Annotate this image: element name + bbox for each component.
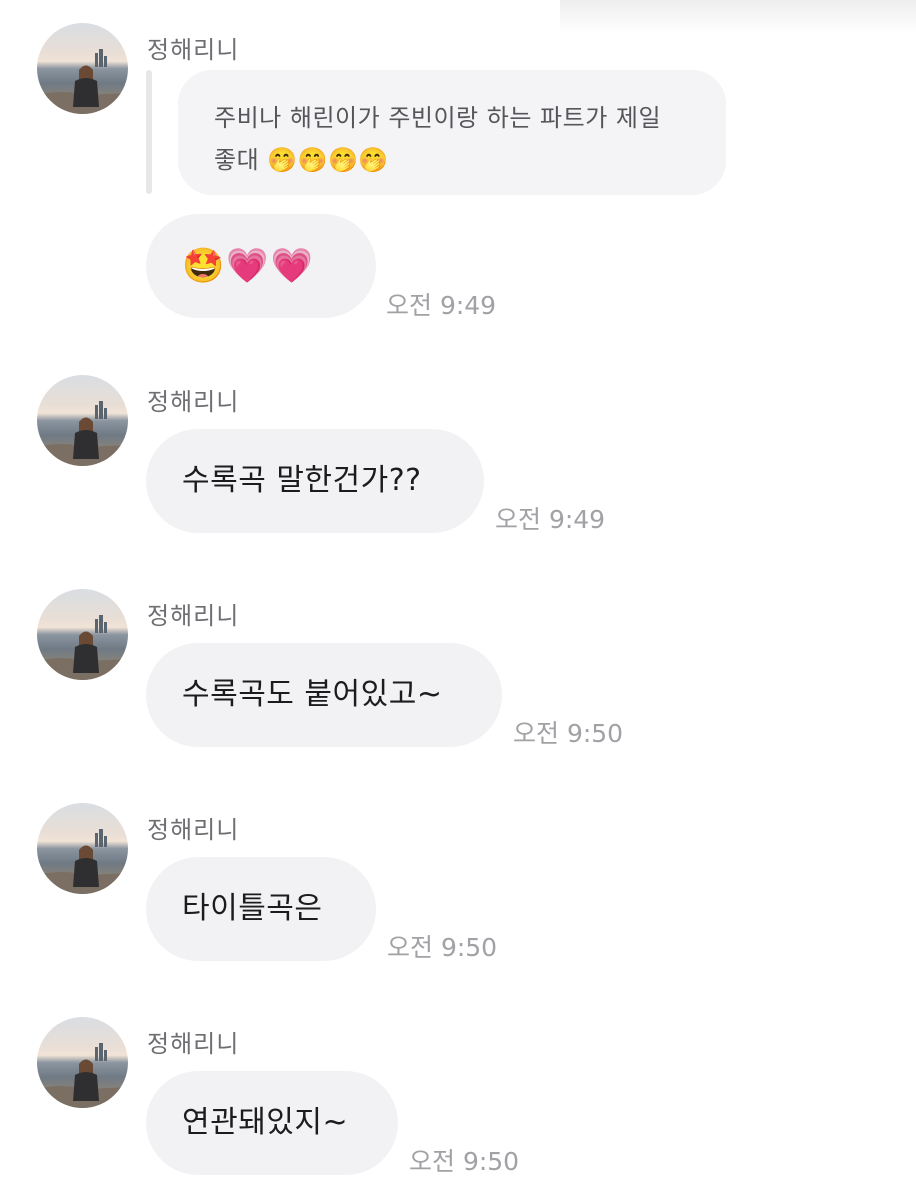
message-timestamp: 오전 9:50: [387, 933, 498, 962]
avatar[interactable]: [37, 803, 128, 894]
avatar[interactable]: [37, 589, 128, 680]
avatar-photo: [37, 49, 128, 114]
message-timestamp: 오전 9:50: [513, 719, 624, 748]
avatar-photo: [37, 401, 128, 466]
top-edge-shadow: [560, 0, 916, 34]
message-bubble[interactable]: 타이틀곡은: [146, 857, 376, 961]
sender-name: 정해리니: [147, 602, 240, 630]
avatar[interactable]: [37, 23, 128, 114]
message-bubble[interactable]: 수록곡 말한건가??: [146, 429, 484, 533]
avatar-photo: [37, 615, 128, 680]
avatar[interactable]: [37, 375, 128, 466]
sender-name: 정해리니: [147, 36, 240, 64]
avatar[interactable]: [37, 1017, 128, 1108]
sender-name: 정해리니: [147, 1030, 240, 1058]
message-timestamp: 오전 9:49: [386, 291, 497, 320]
avatar-photo: [37, 1043, 128, 1108]
sender-name: 정해리니: [147, 388, 240, 416]
reply-indicator-bar: [146, 70, 152, 194]
message-timestamp: 오전 9:50: [409, 1147, 520, 1176]
message-bubble[interactable]: 🤩💗💗: [146, 214, 376, 318]
reply-quote-bubble[interactable]: 주비나 해린이가 주빈이랑 하는 파트가 제일 좋대 🤭🤭🤭🤭: [178, 70, 726, 195]
avatar-photo: [37, 829, 128, 894]
message-timestamp: 오전 9:49: [495, 505, 606, 534]
sender-name: 정해리니: [147, 816, 240, 844]
message-bubble[interactable]: 수록곡도 붙어있고~: [146, 643, 502, 747]
message-bubble[interactable]: 연관돼있지~: [146, 1071, 398, 1175]
